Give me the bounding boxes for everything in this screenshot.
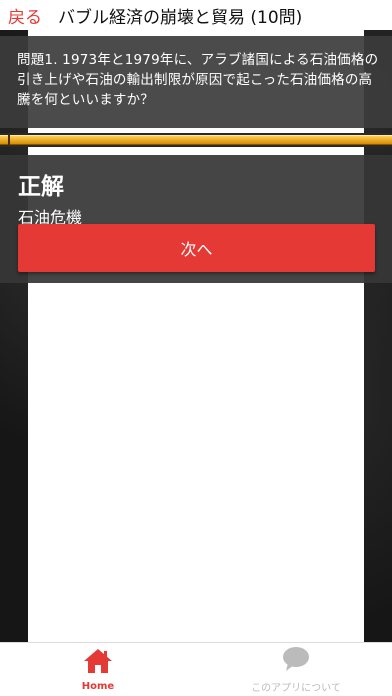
header-bar: 戻る バブル経済の崩壊と貿易 (10問)	[0, 0, 392, 30]
progress-bar	[0, 133, 392, 147]
home-icon	[83, 648, 113, 678]
question-text: 問題1. 1973年と1979年に、アラブ諸国による石油価格の引き上げや石油の輸…	[17, 52, 379, 108]
chat-bubble-icon	[281, 646, 311, 676]
question-panel: 問題1. 1973年と1979年に、アラブ諸国による石油価格の引き上げや石油の輸…	[0, 36, 392, 128]
result-panel: 正解 石油危機 次へ	[0, 155, 392, 283]
nav-home-label: Home	[81, 681, 115, 692]
nav-item-about[interactable]: このアプリについて	[226, 643, 366, 696]
progress-marker	[8, 134, 10, 146]
result-label: 正解	[18, 174, 64, 200]
nav-about-label: このアプリについて	[251, 683, 341, 694]
nav-item-home[interactable]: Home	[58, 643, 138, 696]
next-button[interactable]: 次へ	[18, 224, 375, 272]
bottom-nav: Home このアプリについて	[0, 642, 392, 696]
progress-fill	[0, 135, 392, 145]
back-button[interactable]: 戻る	[0, 3, 52, 28]
app-screen: 戻る バブル経済の崩壊と貿易 (10問) 問題1. 1973年と1979年に、ア…	[0, 0, 392, 696]
page-title: バブル経済の崩壊と貿易 (10問)	[58, 7, 303, 28]
